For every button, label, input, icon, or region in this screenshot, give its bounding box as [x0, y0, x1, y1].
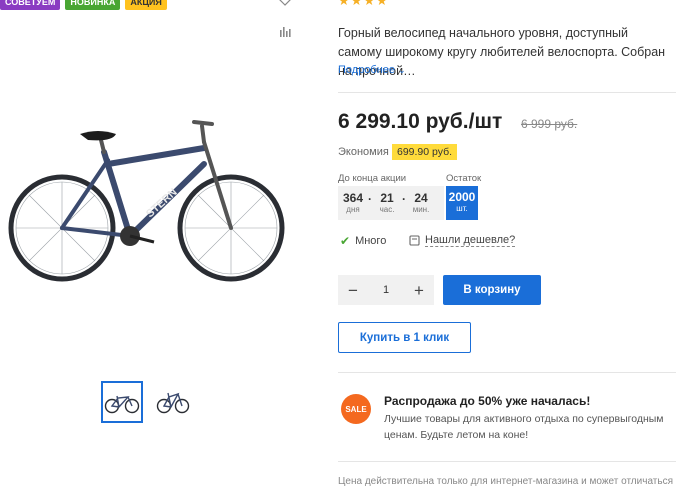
thumbnail-1[interactable] [101, 381, 143, 423]
quantity-decrease-button[interactable]: − [346, 282, 360, 299]
price-disclaimer: Цена действительна только для интернет-м… [338, 476, 673, 487]
timer-hours: 21 час. [379, 191, 395, 214]
found-cheaper-link[interactable]: Нашли дешевле? [409, 234, 516, 247]
buy-one-click-button[interactable]: Купить в 1 клик [338, 322, 471, 353]
economy-label: Экономия [338, 146, 389, 158]
timer-minutes: 24 мин. [412, 191, 430, 214]
compare-icon[interactable] [279, 26, 291, 37]
old-price: 6 999 руб. [521, 117, 578, 131]
divider [338, 92, 676, 93]
availability-label: Много [355, 235, 387, 247]
bicycle-thumbnail-icon [104, 395, 140, 414]
badge-new: Новинка [65, 0, 121, 10]
divider [338, 372, 676, 373]
quantity-stepper: − 1 + [338, 275, 434, 305]
promo-text: Лучшие товары для активного отдыха по су… [384, 413, 664, 441]
star-icon: ★ [375, 0, 388, 8]
heart-icon[interactable] [278, 0, 292, 6]
price-tag-icon [409, 235, 420, 246]
product-image[interactable]: STERN [8, 112, 285, 288]
badge-recommended: Советуем [0, 0, 61, 10]
rating-stars: ★ ★ ★ ★ [338, 0, 388, 9]
check-icon: ✔ [340, 234, 351, 248]
availability-status: ✔ Много [340, 234, 386, 248]
bicycle-thumbnail-icon [156, 392, 190, 414]
sale-badge-icon: SALE [341, 394, 371, 424]
add-to-cart-button[interactable]: В корзину [443, 275, 541, 305]
svg-text:STERN: STERN [144, 186, 180, 220]
timer-label: До конца акции [338, 173, 407, 184]
badge-sale: Акция [125, 0, 167, 10]
found-cheaper-label: Нашли дешевле? [425, 234, 516, 247]
more-link[interactable]: Подробнее ⌄ [338, 64, 406, 76]
badges: Советуем Новинка Акция [0, 0, 167, 10]
more-link-label: Подробнее [338, 64, 396, 76]
economy-value: 699.90 руб. [392, 144, 458, 160]
star-icon: ★ [338, 0, 350, 8]
stock-label: Остаток [446, 173, 482, 184]
promo-title[interactable]: Распродажа до 50% уже началась! [384, 394, 590, 408]
star-icon: ★ [350, 0, 363, 8]
thumbnail-2[interactable] [152, 381, 194, 423]
timer-days: 364 дня [342, 191, 364, 214]
stock-count: 2000 шт. [446, 186, 478, 220]
promo-timer: 364 дня · 21 час. · 24 мин. [338, 186, 444, 220]
product-price: 6 299.10 руб./шт [338, 110, 503, 133]
divider [338, 461, 676, 462]
star-icon: ★ [363, 0, 375, 8]
quantity-input[interactable]: 1 [383, 284, 389, 296]
chevron-down-icon: ⌄ [398, 65, 406, 75]
quantity-increase-button[interactable]: + [412, 282, 426, 299]
